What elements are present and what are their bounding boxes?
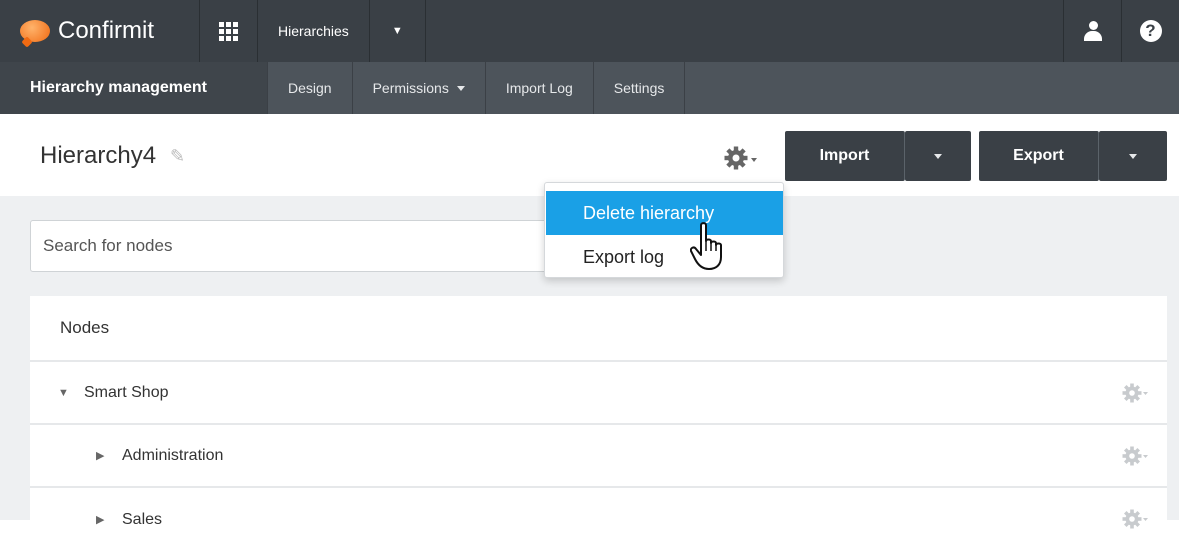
grid-icon: [219, 21, 238, 41]
section-selector[interactable]: Hierarchies: [258, 0, 370, 62]
tab-import-log[interactable]: Import Log: [486, 62, 594, 114]
node-gear-icon[interactable]: [1121, 382, 1151, 409]
hand-pointer-cursor-icon: [689, 221, 728, 278]
caret-down-icon: [1129, 153, 1137, 159]
speech-bubble-icon: [20, 20, 50, 42]
caret-down-icon: [934, 153, 942, 159]
sub-navigation-bar: Hierarchy management Design Permissions …: [0, 62, 1179, 114]
menu-item-delete-hierarchy[interactable]: Delete hierarchy: [546, 191, 783, 235]
settings-gear-button[interactable]: [722, 140, 770, 176]
collapsed-triangle-icon[interactable]: ▶: [96, 449, 122, 462]
chevron-down-icon: ▼: [391, 25, 403, 37]
node-gear-icon[interactable]: [1121, 508, 1151, 535]
node-gear-icon[interactable]: [1121, 445, 1151, 472]
nodes-panel: Nodes ▼ Smart Shop ▶ Administration ▶ Sa…: [30, 296, 1167, 529]
node-label: Administration: [122, 446, 224, 464]
confirmit-logo[interactable]: Confirmit: [0, 0, 200, 62]
tab-design[interactable]: Design: [267, 62, 353, 114]
help-icon: ?: [1139, 20, 1162, 42]
tree-row[interactable]: ▼ Smart Shop: [30, 362, 1167, 425]
top-navigation-bar: Confirmit Hierarchies ▼ ?: [0, 0, 1179, 62]
nodes-header: Nodes: [30, 296, 1167, 362]
search-input[interactable]: Search for nodes: [30, 220, 590, 272]
gear-icon: [724, 146, 757, 170]
help-button[interactable]: ?: [1121, 0, 1179, 62]
tab-label: Permissions: [372, 80, 449, 96]
import-button[interactable]: Import: [785, 131, 905, 181]
tab-settings[interactable]: Settings: [594, 62, 686, 114]
brand-name: Confirmit: [58, 17, 155, 44]
export-button[interactable]: Export: [979, 131, 1099, 181]
settings-dropdown-menu: Delete hierarchy Export log: [544, 182, 784, 278]
tab-label: Import Log: [505, 80, 573, 96]
caret-down-icon: [456, 85, 465, 91]
user-icon: [1083, 21, 1102, 41]
import-dropdown-button[interactable]: [905, 131, 971, 181]
expanded-triangle-icon[interactable]: ▼: [58, 387, 84, 399]
menu-item-export-log[interactable]: Export log: [546, 235, 783, 279]
export-dropdown-button[interactable]: [1099, 131, 1167, 181]
apps-grid-button[interactable]: [200, 0, 258, 62]
tab-label: Design: [288, 80, 332, 96]
tab-label: Settings: [613, 80, 665, 96]
section-dropdown-button[interactable]: ▼: [370, 0, 426, 62]
page-title: Hierarchy4: [40, 142, 157, 169]
edit-pencil-icon[interactable]: ✎: [170, 146, 185, 167]
module-title: Hierarchy management: [0, 62, 267, 114]
tab-permissions[interactable]: Permissions: [353, 62, 486, 114]
page-title-wrap: Hierarchy4 ✎: [40, 142, 185, 170]
node-label: Smart Shop: [84, 383, 169, 401]
tree-row[interactable]: ▶ Administration: [30, 425, 1167, 488]
user-menu-button[interactable]: [1063, 0, 1121, 62]
